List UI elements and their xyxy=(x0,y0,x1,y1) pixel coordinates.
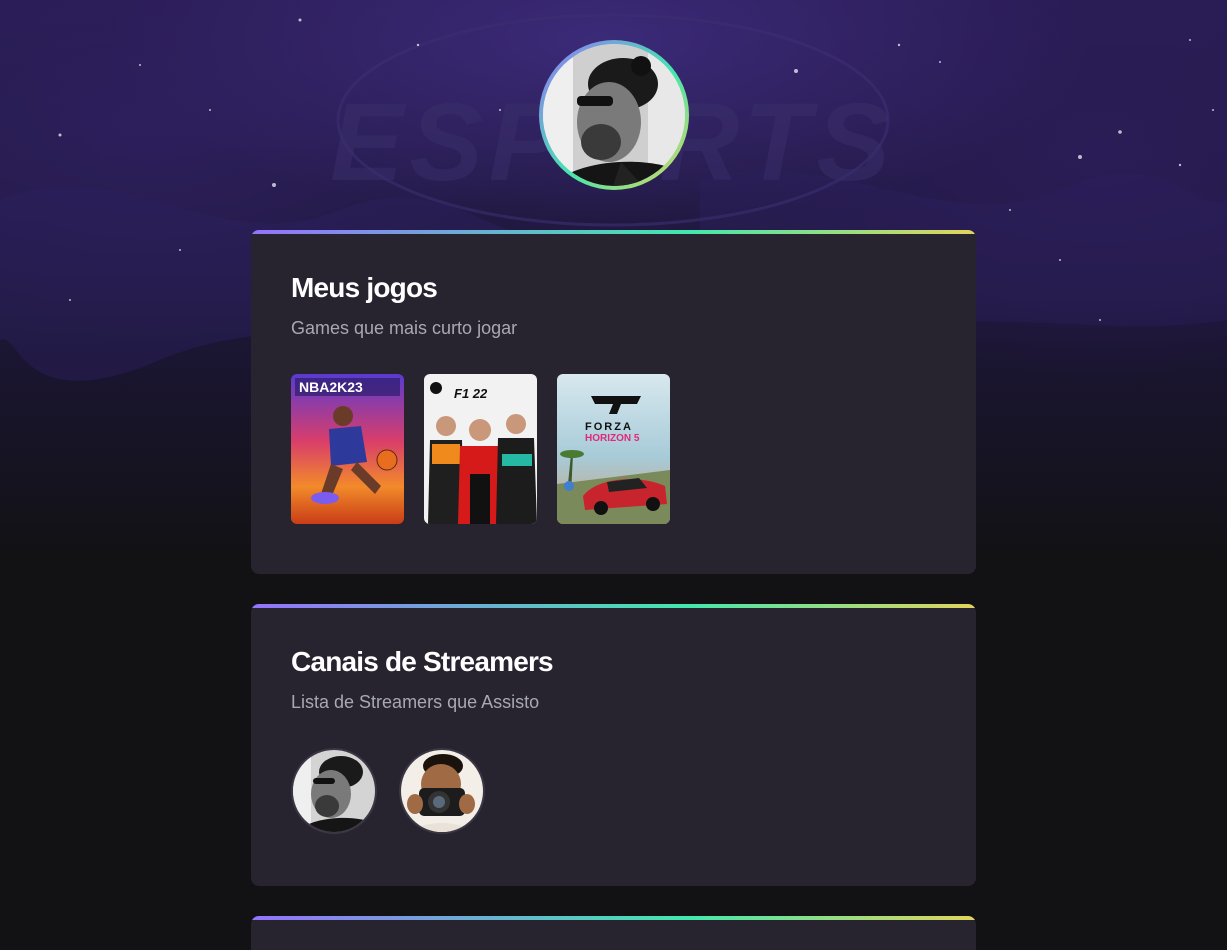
nba-cover-title: NBA2K23 xyxy=(299,379,363,395)
streamer-avatar-1[interactable] xyxy=(291,748,377,834)
game-cover-forza-horizon-5[interactable]: FORZA HORIZON 5 xyxy=(557,374,670,524)
games-subtitle: Games que mais curto jogar xyxy=(291,318,518,338)
streamer-avatar-2[interactable] xyxy=(399,748,485,834)
games-title: Meus jogos xyxy=(291,272,438,303)
forza-cover-title: FORZA xyxy=(585,421,633,433)
f1-cover-title: F1 22 xyxy=(454,386,488,401)
streamers-title: Canais de Streamers xyxy=(291,646,554,677)
games-list: NBA2K23 F1 22 FORZA HORIZON 5 xyxy=(291,374,670,524)
game-cover-f122[interactable]: F1 22 xyxy=(424,374,537,524)
page: ESPORTS xyxy=(0,0,1227,950)
games-card: Meus jogos Games que mais curto jogar NB… xyxy=(251,230,976,574)
profile-avatar[interactable] xyxy=(539,40,689,190)
streamers-subtitle: Lista de Streamers que Assisto xyxy=(291,692,540,712)
avatar-image xyxy=(543,44,685,186)
streamers-list xyxy=(291,748,485,834)
game-cover-nba2k23[interactable]: NBA2K23 xyxy=(291,374,404,524)
forza-cover-subtitle: HORIZON 5 xyxy=(585,433,640,444)
streamers-card: Canais de Streamers Lista de Streamers q… xyxy=(251,604,976,886)
third-card xyxy=(251,916,976,950)
